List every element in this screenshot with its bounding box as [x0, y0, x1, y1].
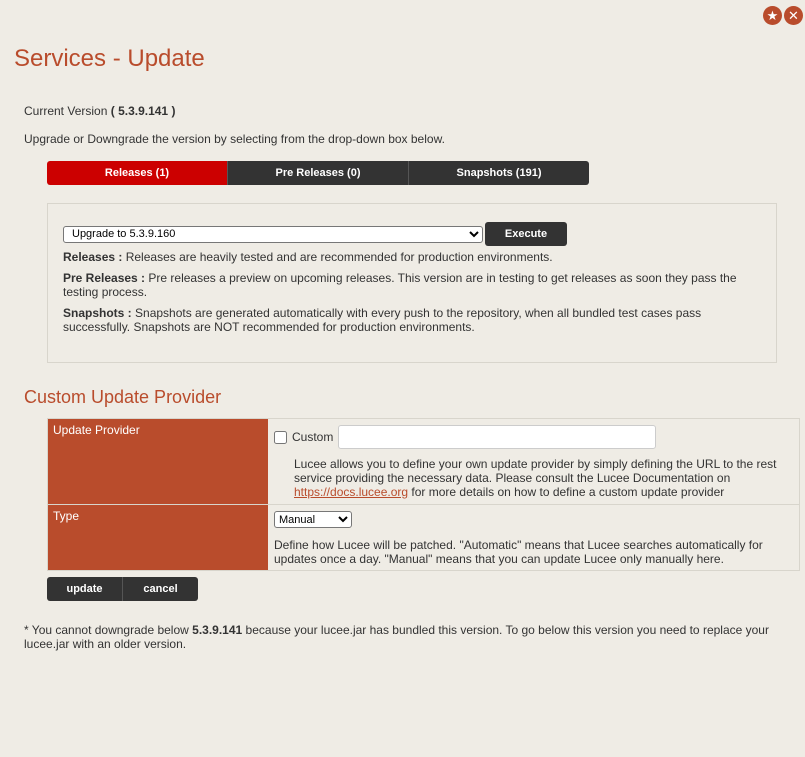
type-cell: Manual Define how Lucee will be patched.…: [268, 505, 799, 570]
provider-cell: Custom Lucee allows you to define your o…: [268, 419, 799, 504]
cancel-button[interactable]: cancel: [123, 577, 198, 601]
type-label: Type: [48, 505, 268, 570]
update-button[interactable]: update: [47, 577, 123, 601]
type-description: Define how Lucee will be patched. "Autom…: [274, 538, 763, 566]
window-controls: ★ ✕: [763, 6, 803, 25]
lucee-docs-link[interactable]: https://docs.lucee.org: [294, 485, 408, 499]
intro-text: Upgrade or Downgrade the version by sele…: [24, 132, 445, 146]
version-tabs: Releases (1) Pre Releases (0) Snapshots …: [47, 161, 589, 185]
current-version-close-paren: ): [168, 104, 176, 118]
current-version-value: 5.3.9.141: [118, 104, 169, 118]
type-row: Type Manual Define how Lucee will be pat…: [47, 505, 800, 571]
releases-description-text: Releases are heavily tested and are reco…: [125, 250, 553, 264]
current-version: Current Version ( 5.3.9.141 ): [24, 104, 175, 118]
update-panel: Upgrade to 5.3.9.160 Execute Releases : …: [47, 203, 777, 363]
custom-line: Custom: [274, 425, 793, 449]
custom-provider-heading: Custom Update Provider: [24, 387, 222, 407]
current-version-open-paren: (: [110, 104, 119, 118]
snapshots-description-text: Snapshots are generated automatically wi…: [63, 306, 702, 334]
close-icon[interactable]: ✕: [784, 6, 803, 25]
provider-row: Update Provider Custom Lucee allows you …: [47, 418, 800, 505]
version-select-row: Upgrade to 5.3.9.160 Execute: [63, 222, 567, 246]
tab-pre-releases[interactable]: Pre Releases (0): [228, 161, 409, 185]
pre-releases-description-title: Pre Releases :: [63, 271, 146, 285]
custom-url-input[interactable]: [338, 425, 657, 449]
type-select[interactable]: Manual: [274, 511, 352, 528]
provider-description-tail: for more details on how to define a cust…: [411, 485, 725, 499]
version-select[interactable]: Upgrade to 5.3.9.160: [63, 225, 483, 243]
downgrade-footnote: * You cannot downgrade below 5.3.9.141 b…: [24, 623, 784, 651]
footnote-text-start: * You cannot downgrade below: [24, 623, 189, 637]
pre-releases-description-text: Pre releases a preview on upcoming relea…: [63, 271, 737, 299]
custom-checkbox[interactable]: [274, 430, 287, 444]
custom-checkbox-label: Custom: [292, 430, 334, 444]
page-title: Services - Update: [14, 45, 205, 72]
execute-button[interactable]: Execute: [485, 222, 567, 246]
pre-releases-description: Pre Releases : Pre releases a preview on…: [63, 271, 753, 299]
footnote-version: 5.3.9.141: [192, 623, 243, 637]
tab-releases[interactable]: Releases (1): [47, 161, 228, 185]
releases-description-title: Releases :: [63, 250, 123, 264]
provider-description: Lucee allows you to define your own upda…: [294, 457, 793, 499]
form-actions: update cancel: [47, 577, 198, 601]
snapshots-description-title: Snapshots :: [63, 306, 132, 320]
tab-snapshots[interactable]: Snapshots (191): [409, 161, 589, 185]
provider-label: Update Provider: [48, 419, 268, 504]
custom-provider-table: Update Provider Custom Lucee allows you …: [47, 418, 800, 571]
snapshots-description: Snapshots : Snapshots are generated auto…: [63, 306, 753, 334]
star-icon[interactable]: ★: [763, 6, 782, 25]
provider-description-text: Lucee allows you to define your own upda…: [294, 457, 777, 485]
current-version-label: Current Version: [24, 104, 108, 118]
releases-description: Releases : Releases are heavily tested a…: [63, 250, 753, 264]
